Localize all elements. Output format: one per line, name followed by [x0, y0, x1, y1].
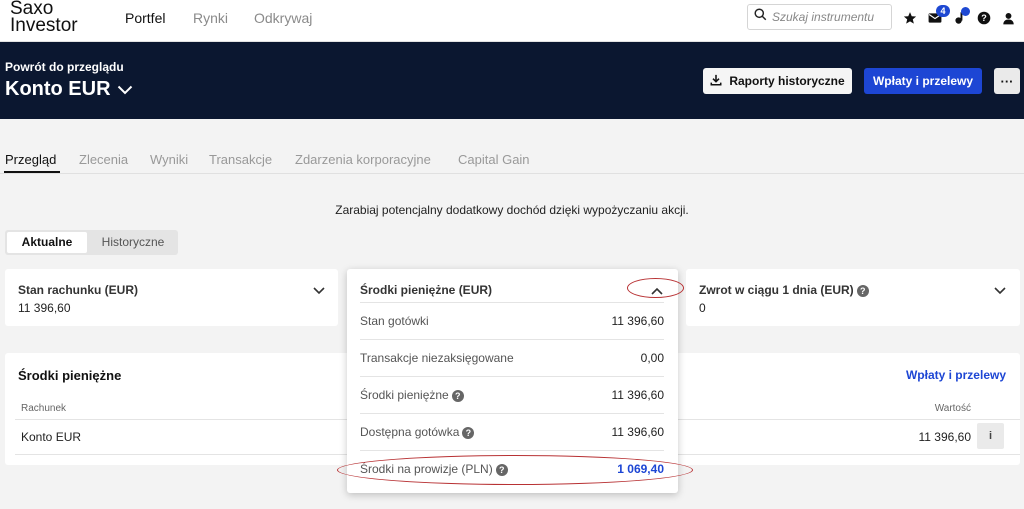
- instrument-search[interactable]: [747, 4, 892, 30]
- column-header-account[interactable]: Rachunek: [21, 403, 66, 414]
- user-icon[interactable]: [1000, 10, 1016, 26]
- tab-bar: Przegląd Zlecenia Wyniki Transakcje Zdar…: [0, 119, 1024, 175]
- card-title: Zwrot w ciągu 1 dnia (EUR)?: [699, 283, 869, 297]
- more-options-button[interactable]: ···: [994, 68, 1020, 94]
- row-label-text: Dostępna gotówka: [360, 425, 460, 439]
- chevron-down-icon[interactable]: [313, 282, 327, 296]
- annotation-oval-commission: [337, 455, 693, 485]
- row-label: Środki pieniężne?: [360, 388, 464, 402]
- help-icon[interactable]: ?: [451, 389, 464, 402]
- historical-reports-label: Raporty historyczne: [729, 74, 845, 88]
- dropdown-row-cash-balance: Stan gotówki 11 396,60: [360, 302, 664, 339]
- tab-overview[interactable]: Przegląd: [5, 152, 56, 167]
- help-icon[interactable]: ?: [976, 10, 992, 26]
- row-value: 11 396,60: [611, 314, 665, 328]
- dropdown-title: Środki pieniężne (EUR): [360, 283, 493, 297]
- account-state-card[interactable]: Stan rachunku (EUR) 11 396,60: [5, 269, 338, 326]
- row-label-text: Środki pieniężne: [360, 388, 449, 402]
- row-value: 11 396,60: [611, 388, 665, 402]
- account-selector[interactable]: Konto EUR: [5, 78, 133, 101]
- dropdown-row-cash-funds: Środki pieniężne? 11 396,60: [360, 376, 664, 413]
- tab-capital-gain[interactable]: Capital Gain: [458, 152, 530, 167]
- current-historical-toggle: Aktualne Historyczne: [5, 230, 178, 255]
- section-title: Środki pieniężne: [18, 368, 122, 383]
- row-account-name: Konto EUR: [21, 430, 82, 444]
- dropdown-row-unbooked-transactions: Transakcje niezaksięgowane 0,00: [360, 339, 664, 376]
- card-title: Stan rachunku (EUR): [18, 283, 139, 297]
- card-title-text: Zwrot w ciągu 1 dnia (EUR): [699, 283, 854, 297]
- card-value: 0: [699, 301, 706, 315]
- tab-corporate-events[interactable]: Zdarzenia korporacyjne: [295, 152, 431, 167]
- nav-markets[interactable]: Rynki: [193, 10, 228, 26]
- chevron-down-icon: [117, 78, 133, 101]
- row-value: 11 396,60: [611, 425, 665, 439]
- star-icon[interactable]: [902, 10, 918, 26]
- search-icon: [754, 8, 767, 26]
- row-value: 0,00: [640, 351, 664, 365]
- download-icon: [710, 74, 722, 89]
- row-label: Transakcje niezaksięgowane: [360, 351, 514, 365]
- svg-text:?: ?: [981, 13, 987, 23]
- tab-orders[interactable]: Zlecenia: [79, 152, 128, 167]
- dropdown-row-available-cash: Dostępna gotówka? 11 396,60: [360, 413, 664, 450]
- account-title: Konto EUR: [5, 78, 111, 100]
- messages-badge: 4: [936, 5, 950, 17]
- card-value: 11 396,60: [18, 301, 71, 315]
- toggle-historical[interactable]: Historyczne: [89, 232, 177, 253]
- nav-portfolio[interactable]: Portfel: [125, 10, 165, 26]
- search-input[interactable]: [772, 10, 887, 24]
- toggle-current[interactable]: Aktualne: [7, 232, 87, 253]
- row-label: Stan gotówki: [360, 314, 429, 328]
- notification-dot: [961, 7, 970, 16]
- help-icon[interactable]: ?: [462, 426, 475, 439]
- daily-return-card[interactable]: Zwrot w ciągu 1 dnia (EUR)? 0: [686, 269, 1020, 326]
- payments-transfers-link[interactable]: Wpłaty i przelewy: [906, 368, 1006, 382]
- top-navigation: Saxo Investor Portfel Rynki Odkrywaj 4 ?: [0, 0, 1024, 42]
- row-account-value: 11 396,60: [918, 430, 972, 444]
- annotation-oval-chevron: [627, 278, 684, 298]
- column-header-value[interactable]: Wartość: [935, 403, 971, 414]
- tabs-divider: [0, 173, 1024, 174]
- historical-reports-button[interactable]: Raporty historyczne: [703, 68, 852, 94]
- row-label: Dostępna gotówka?: [360, 425, 475, 439]
- nav-discover[interactable]: Odkrywaj: [254, 10, 312, 26]
- promo-banner[interactable]: Zarabiaj potencjalny dodatkowy dochód dz…: [0, 203, 1024, 217]
- logo-line-2: Investor: [10, 15, 78, 36]
- tab-transactions[interactable]: Transakcje: [209, 152, 272, 167]
- account-header: Powrót do przeglądu Konto EUR Raporty hi…: [0, 42, 1024, 119]
- chevron-down-icon[interactable]: [994, 282, 1008, 296]
- back-to-overview-link[interactable]: Powrót do przeglądu: [5, 60, 124, 74]
- info-button[interactable]: i: [977, 423, 1004, 449]
- tab-results[interactable]: Wyniki: [150, 152, 188, 167]
- help-icon[interactable]: ?: [856, 284, 869, 297]
- saxo-investor-logo[interactable]: Saxo Investor: [10, 0, 78, 36]
- payments-transfers-button[interactable]: Wpłaty i przelewy: [864, 68, 982, 94]
